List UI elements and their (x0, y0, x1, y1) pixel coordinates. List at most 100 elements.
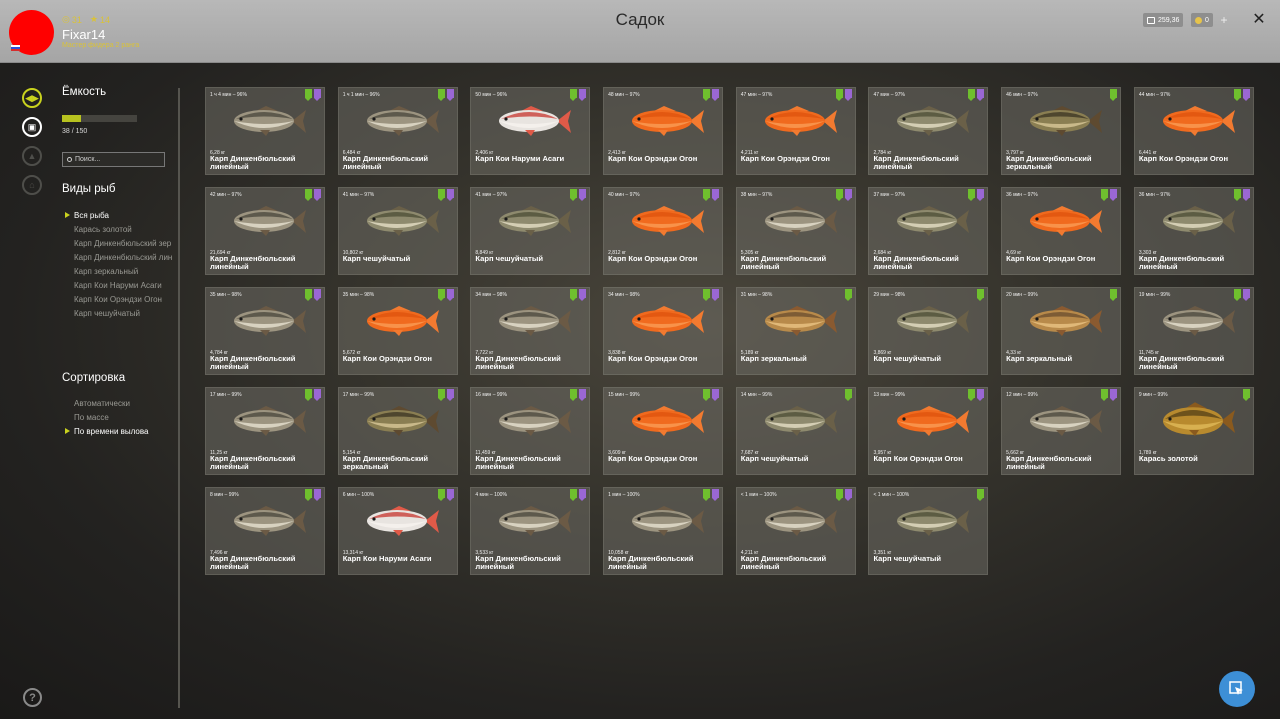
fish-name: Карп Кои Наруми Асаги (475, 154, 565, 163)
fish-name: Карп Динкенбюльский линейный (608, 554, 694, 571)
fish-card[interactable]: 1 ч 1 мин – 96% 6,484 кг Карп Динкенбюль… (337, 87, 458, 175)
fish-card[interactable]: 36 мин – 97% 3,303 кг Карп Динкенбюльски… (1133, 187, 1254, 275)
fish-card[interactable]: 29 мин – 98% 3,869 кг Карп чешуйчатый (868, 287, 989, 375)
fish-card[interactable]: 6 мин – 100% 13,314 кг Карп Кои Наруми А… (337, 487, 458, 575)
bag-icon[interactable]: ▣ (22, 117, 42, 137)
fish-card[interactable]: 41 мин – 97% 10,802 кг Карп чешуйчатый (337, 187, 458, 275)
fish-card[interactable]: 12 мин – 99% 5,662 кг Карп Динкенбюльски… (1001, 387, 1122, 475)
purple-bookmark-icon (579, 389, 587, 401)
sort-option[interactable]: По массе (74, 413, 174, 422)
fish-card[interactable]: 34 мин – 98% 7,722 кг Карп Динкенбюльски… (470, 287, 591, 375)
fish-card[interactable]: 17 мин – 99% 11,25 кг Карп Динкенбюльски… (205, 387, 325, 475)
species-filter-item[interactable]: Карась золотой (74, 225, 174, 234)
fish-card[interactable]: < 1 мин – 100% 3,351 кг Карп чешуйчатый (868, 487, 989, 575)
fish-name: Карп Динкенбюльский линейный (873, 154, 959, 171)
fish-image (499, 106, 572, 136)
purple-bookmark-icon (844, 489, 852, 501)
fish-image (234, 306, 306, 336)
fish-image (1030, 206, 1103, 236)
fish-image (1030, 406, 1103, 436)
fish-image (499, 406, 572, 436)
catch-time: 1 мин – 100% (608, 492, 640, 498)
species-filter-item[interactable]: Карп зеркальный (74, 267, 174, 276)
green-bookmark-icon (1110, 89, 1118, 101)
fish-card[interactable]: 35 мин – 98% 4,784 кг Карп Динкенбюльски… (205, 287, 325, 375)
sort-option[interactable]: По времени вылова (65, 427, 174, 436)
fish-card[interactable]: 47 мин – 97% 2,784 кг Карп Динкенбюльски… (868, 87, 989, 175)
fish-card[interactable]: 46 мин – 97% 3,797 кг Карп Динкенбюльски… (1001, 87, 1122, 175)
fish-card[interactable]: 34 мин – 98% 3,838 кг Карп Кои Орэндзи О… (603, 287, 724, 375)
fish-card[interactable]: 20 мин – 99% 4,33 кг Карп зеркальный (1001, 287, 1122, 375)
species-filter-item[interactable]: Карп Динкенбюльский зер (74, 239, 174, 248)
purple-bookmark-icon (1242, 189, 1250, 201)
fish-card[interactable]: 42 мин – 97% 21,694 кг Карп Динкенбюльск… (205, 187, 325, 275)
fish-name: Карп Динкенбюльский линейный (210, 354, 296, 371)
fish-name: Карп Кои Орэндзи Огон (873, 454, 963, 463)
purple-bookmark-icon (446, 389, 454, 401)
fish-card[interactable]: 50 мин – 96% 2,406 кг Карп Кои Наруми Ас… (470, 87, 591, 175)
fish-card[interactable]: 38 мин – 97% 5,305 кг Карп Динкенбюльски… (735, 187, 856, 275)
fish-image (897, 306, 970, 336)
cursor-mode-button[interactable] (1219, 671, 1255, 707)
home-icon[interactable]: ⌂ (22, 175, 42, 195)
fish-card[interactable]: 14 мин – 99% 7,687 кг Карп чешуйчатый (735, 387, 856, 475)
fish-card[interactable]: 47 мин – 97% 4,211 кг Карп Кои Орэндзи О… (735, 87, 856, 175)
fish-card[interactable]: 36 мин – 97% 4,69 кг Карп Кои Орэндзи Ог… (1001, 187, 1122, 275)
fish-name: Карп Кои Наруми Асаги (342, 554, 432, 563)
green-bookmark-icon (977, 489, 985, 501)
species-filter-item[interactable]: Карп Кои Наруми Асаги (74, 281, 174, 290)
fish-card[interactable]: 35 мин – 98% 5,672 кг Карп Кои Орэндзи О… (337, 287, 458, 375)
purple-bookmark-icon (314, 89, 321, 101)
catch-time: 41 мин – 97% (475, 192, 507, 198)
fish-card[interactable]: 16 мин – 99% 11,459 кг Карп Динкенбюльск… (470, 387, 591, 475)
fish-card[interactable]: 19 мин – 99% 11,745 кг Карп Динкенбюльск… (1133, 287, 1254, 375)
fish-name: Карп Кои Орэндзи Огон (1006, 254, 1096, 263)
species-filter-item[interactable]: Карп Кои Орэндзи Огон (74, 295, 174, 304)
green-bookmark-icon (835, 89, 843, 101)
fish-card[interactable]: 1 мин – 100% 10,058 кг Карп Динкенбюльск… (603, 487, 724, 575)
fish-card[interactable]: 13 мин – 99% 3,957 кг Карп Кои Орэндзи О… (868, 387, 989, 475)
sort-option[interactable]: Автоматически (74, 399, 174, 408)
fish-card[interactable]: 40 мин – 97% 2,812 кг Карп Кои Орэндзи О… (603, 187, 724, 275)
catch-time: 50 мин – 96% (475, 92, 507, 98)
tackle-icon[interactable]: ▲ (22, 146, 42, 166)
catch-time: 14 мин – 99% (740, 392, 773, 398)
fish-image (234, 406, 306, 436)
catch-time: 47 мин – 97% (740, 92, 773, 98)
search-input[interactable] (75, 156, 155, 163)
fish-image (764, 206, 837, 236)
catch-time: 9 мин – 99% (1138, 392, 1168, 398)
purple-bookmark-icon (579, 289, 587, 301)
fish-name: Карп Кои Орэндзи Огон (608, 354, 698, 363)
fish-card[interactable]: 48 мин – 97% 2,413 кг Карп Кои Орэндзи О… (603, 87, 724, 175)
add-currency-button[interactable]: + (1217, 13, 1231, 27)
help-icon[interactable]: ? (23, 688, 42, 707)
search-box[interactable] (62, 152, 165, 167)
purple-bookmark-icon (446, 189, 454, 201)
fish-card[interactable]: 44 мин – 97% 6,441 кг Карп Кои Орэндзи О… (1133, 87, 1254, 175)
fish-card[interactable]: 1 ч 4 мин – 96% 6,28 кг Карп Динкенбюльс… (205, 87, 325, 175)
species-filter-item[interactable]: Карп Динкенбюльский лин (74, 253, 174, 262)
fish-image (764, 506, 837, 536)
fish-image (897, 106, 970, 136)
catch-time: 1 ч 1 мин – 96% (342, 92, 380, 98)
fish-card[interactable]: 31 мин – 98% 5,189 кг Карп зеркальный (735, 287, 856, 375)
fish-card[interactable]: 9 мин – 99% 1,789 кг Карась золотой (1133, 387, 1254, 475)
keepnet-icon[interactable]: ◀▶ (22, 88, 42, 108)
fish-image (632, 306, 705, 336)
capacity-fill (62, 115, 81, 122)
fish-card[interactable]: 17 мин – 99% 5,154 кг Карп Динкенбюльски… (337, 387, 458, 475)
species-filter-item[interactable]: Карп чешуйчатый (74, 309, 174, 318)
purple-bookmark-icon (712, 489, 720, 501)
fish-card[interactable]: 4 мин – 100% 3,533 кг Карп Динкенбюльски… (470, 487, 591, 575)
fish-card[interactable]: 37 мин – 97% 2,684 кг Карп Динкенбюльски… (868, 187, 989, 275)
close-button[interactable]: ✕ (1250, 11, 1268, 29)
fish-card[interactable]: 8 мин – 99% 7,496 кг Карп Динкенбюльский… (205, 487, 325, 575)
fish-card[interactable]: 15 мин – 99% 3,609 кг Карп Кои Орэндзи О… (603, 387, 724, 475)
fish-card[interactable]: 41 мин – 97% 8,849 кг Карп чешуйчатый (470, 187, 591, 275)
fish-card[interactable]: < 1 мин – 100% 4,211 кг Карп Динкенбюльс… (735, 487, 856, 575)
fish-image (366, 106, 439, 136)
catch-time: 16 мин – 99% (475, 392, 507, 398)
species-filter-item[interactable]: Вся рыба (65, 211, 174, 220)
purple-bookmark-icon (314, 189, 321, 201)
